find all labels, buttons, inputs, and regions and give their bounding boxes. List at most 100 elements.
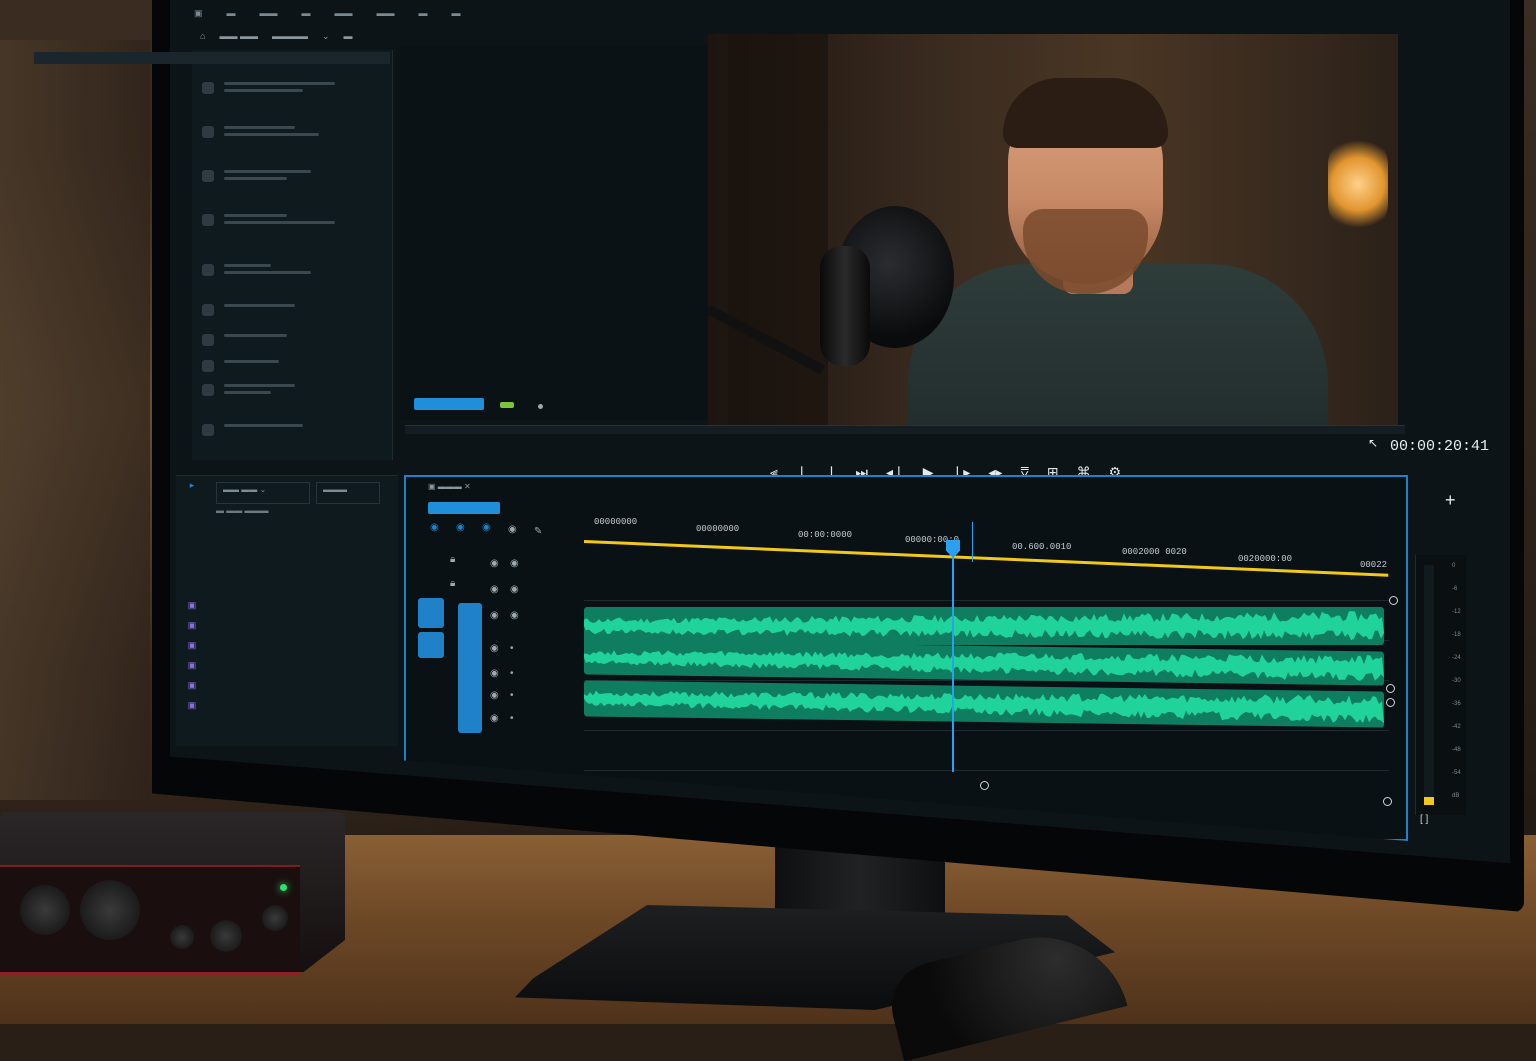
gain-knob-icon [170, 925, 194, 949]
tab-project[interactable]: ▬▬ ▬▬ ⌄ [216, 482, 310, 504]
gain-knob-icon [210, 920, 242, 952]
source-dot [538, 404, 543, 409]
toolbar-item[interactable]: ▬▬ ▬▬ [219, 31, 258, 41]
list-item[interactable] [202, 260, 382, 294]
power-led [280, 884, 287, 891]
chevron-down-icon[interactable]: ⌄ [322, 31, 330, 42]
solo-icon[interactable]: • [510, 713, 514, 724]
video-doorframe [728, 34, 828, 432]
snap-icon[interactable]: ◉ [430, 522, 439, 533]
lock-icon[interactable]: 🔒︎ [450, 554, 455, 565]
mute-icon[interactable]: ◉ [490, 668, 499, 679]
home-icon[interactable]: ⌂ [200, 31, 205, 41]
source-patch-a1[interactable] [418, 632, 444, 658]
toolbar-item[interactable]: ▬▬▬▬ [272, 31, 308, 41]
track-select-icon[interactable]: ▣ [186, 600, 198, 612]
solo-icon[interactable]: • [510, 643, 514, 654]
linked-selection-icon[interactable]: ◉ [456, 522, 465, 533]
track-target-audio[interactable] [458, 603, 482, 733]
app-icon[interactable]: ▣ [190, 8, 207, 19]
menu-item[interactable]: ▬▬ [256, 8, 282, 18]
waveform-shape [584, 690, 1384, 724]
meter-tick-label: -30 [1452, 678, 1461, 684]
input-jack-icon [20, 885, 70, 935]
track-end-handle[interactable] [1389, 596, 1398, 605]
in-point-marker [972, 522, 973, 562]
effect-icon [202, 82, 214, 94]
list-item[interactable] [202, 166, 382, 200]
list-item[interactable] [202, 122, 382, 156]
meter-level [1424, 797, 1434, 805]
effect-icon [202, 264, 214, 276]
source-monitor[interactable] [400, 45, 715, 420]
menu-item[interactable]: ▬ [223, 8, 240, 18]
list-item[interactable] [202, 210, 382, 244]
add-button[interactable]: + [1445, 490, 1456, 511]
menu-item[interactable]: ▬▬ [331, 8, 357, 18]
list-item[interactable] [202, 420, 382, 454]
menu-item[interactable]: ▬ [448, 8, 465, 18]
timeline-timecode[interactable] [428, 502, 500, 514]
mute-icon[interactable]: ◉ [490, 643, 499, 654]
project-selected-row[interactable] [34, 52, 390, 64]
lock-icon[interactable]: 🔒︎ [450, 578, 455, 589]
headphone-jack-icon [262, 905, 288, 931]
settings-icon[interactable]: ◉ [508, 524, 517, 535]
source-timecode-bar[interactable] [414, 398, 484, 410]
source-patch-v1[interactable] [418, 598, 444, 628]
tab-media[interactable]: ▬▬▬ [316, 482, 380, 504]
program-scrub-bar[interactable] [405, 425, 1405, 434]
meter-tick-label: 0 [1452, 563, 1456, 569]
menu-item[interactable]: ▬▬ [373, 8, 399, 18]
audio-meters: 0 -6 -12 -18 -24 -30 -36 -42 -48 -54 dB [1415, 555, 1466, 815]
menu-bar: ▣ ▬ ▬▬ ▬ ▬▬ ▬▬ ▬ ▬ [190, 4, 1490, 22]
eye-icon[interactable]: ◉ [510, 584, 519, 595]
track-end-handle[interactable] [1383, 797, 1392, 806]
program-timecode[interactable]: 00:00:20:41 [1390, 438, 1489, 455]
ruler-tick-label: 00000000 [696, 524, 740, 534]
mute-icon[interactable]: ◉ [490, 713, 499, 724]
meter-tick-label: -48 [1452, 747, 1461, 753]
solo-icon[interactable]: • [510, 668, 514, 679]
toolbar-item[interactable]: ▬ [344, 31, 353, 41]
eye-icon[interactable]: ◉ [510, 558, 519, 569]
solo-icon[interactable]: • [510, 690, 514, 701]
list-item[interactable] [202, 300, 382, 334]
wrench-icon[interactable]: ✎ [534, 526, 542, 537]
menu-item[interactable]: ▬ [415, 8, 432, 18]
program-monitor-video[interactable] [708, 34, 1398, 432]
sequence-tab[interactable]: ▣ ▬▬▬ ✕ [428, 482, 498, 496]
source-marker [500, 402, 514, 408]
waveform-shape [584, 650, 1384, 681]
menu-item[interactable]: ▬ [298, 8, 315, 18]
slip-tool-icon[interactable]: ▣ [186, 660, 198, 672]
solo-meter-icon[interactable]: [ ] [1420, 814, 1428, 825]
ripple-edit-icon[interactable]: ▣ [186, 620, 198, 632]
list-item[interactable] [202, 380, 382, 414]
hand-tool-icon[interactable]: ▣ [186, 700, 198, 712]
effects-panel: ▬▬ [192, 50, 393, 460]
track-end-handle[interactable] [1386, 698, 1395, 707]
add-marker-icon[interactable]: ◉ [482, 522, 491, 533]
effect-icon [202, 424, 214, 436]
track-end-handle[interactable] [1386, 684, 1395, 693]
ruler-tick-label: 00:00:0000 [798, 530, 853, 540]
bookshelf [0, 40, 150, 800]
mute-icon[interactable]: ◉ [490, 690, 499, 701]
solo-icon[interactable]: ◉ [510, 610, 519, 621]
input-jack-icon [80, 880, 140, 940]
eye-icon[interactable]: ◉ [490, 558, 499, 569]
effect-icon [202, 360, 214, 372]
scroll-handle[interactable] [980, 781, 989, 790]
meter-tick-label: -54 [1452, 770, 1461, 776]
eye-icon[interactable]: ◉ [490, 584, 499, 595]
audio-clip-a1[interactable] [584, 607, 1384, 645]
selection-tool-icon[interactable]: ▸ [186, 480, 198, 492]
playhead[interactable] [952, 540, 954, 772]
ruler-tick-label: 00.600.0010 [1012, 542, 1072, 552]
razor-tool-icon[interactable]: ▣ [186, 640, 198, 652]
project-row[interactable]: ▬ ▬▬ ▬▬▬ [216, 506, 268, 516]
pen-tool-icon[interactable]: ▣ [186, 680, 198, 692]
mute-icon[interactable]: ◉ [490, 610, 499, 621]
list-item[interactable] [202, 78, 382, 112]
